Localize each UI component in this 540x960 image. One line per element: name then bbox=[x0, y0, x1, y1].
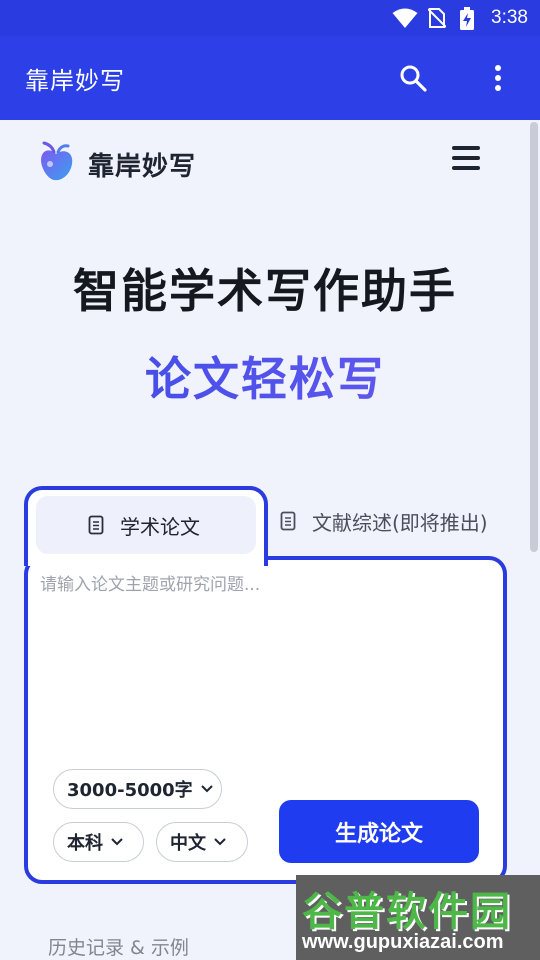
hero-subline: 论文轻松写 bbox=[0, 343, 530, 409]
watermark-title: 谷普软件园 bbox=[302, 889, 512, 935]
level-select[interactable]: 本科 bbox=[53, 822, 144, 862]
topic-input[interactable] bbox=[40, 570, 492, 750]
brand-logo-icon bbox=[41, 141, 73, 181]
brand-name: 靠岸妙写 bbox=[88, 152, 197, 182]
battery-charging-icon bbox=[460, 7, 474, 30]
hero-headline: 智能学术写作助手 bbox=[73, 264, 457, 318]
tab-label: 学术论文 bbox=[120, 515, 200, 539]
language-value: 中文 bbox=[170, 833, 206, 854]
document-icon bbox=[88, 515, 104, 535]
app-bar: 靠岸妙写 bbox=[0, 36, 540, 120]
more-vert-icon[interactable] bbox=[488, 64, 508, 92]
clock: 3:38 bbox=[491, 7, 528, 28]
scrollbar[interactable] bbox=[530, 122, 538, 552]
chevron-down-icon bbox=[214, 838, 226, 846]
app-title: 靠岸妙写 bbox=[25, 67, 125, 95]
document-icon bbox=[280, 511, 296, 531]
language-select[interactable]: 中文 bbox=[156, 822, 248, 862]
watermark-url: www.gupuxiazai.com bbox=[302, 931, 504, 953]
generate-paper-button[interactable]: 生成论文 bbox=[279, 800, 479, 863]
chevron-down-icon bbox=[200, 785, 213, 793]
no-sim-icon bbox=[428, 8, 446, 28]
level-value: 本科 bbox=[67, 833, 103, 854]
history-examples-link[interactable]: 历史记录 & 示例 bbox=[48, 933, 189, 960]
chevron-down-icon bbox=[111, 838, 123, 846]
tab-academic-paper[interactable]: 学术论文 bbox=[36, 496, 256, 554]
menu-icon[interactable] bbox=[452, 146, 480, 170]
length-value: 3000-5000字 bbox=[67, 780, 193, 801]
status-bar: 3:38 bbox=[0, 0, 540, 36]
length-select[interactable]: 3000-5000字 bbox=[53, 769, 222, 809]
tab-literature-review[interactable]: 文献综述(即将推出) bbox=[276, 496, 516, 546]
search-icon[interactable] bbox=[399, 64, 427, 92]
tab-label: 文献综述(即将推出) bbox=[312, 511, 488, 535]
watermark: 谷普软件园 www.gupuxiazai.com bbox=[296, 875, 540, 960]
wifi-icon bbox=[392, 8, 418, 28]
